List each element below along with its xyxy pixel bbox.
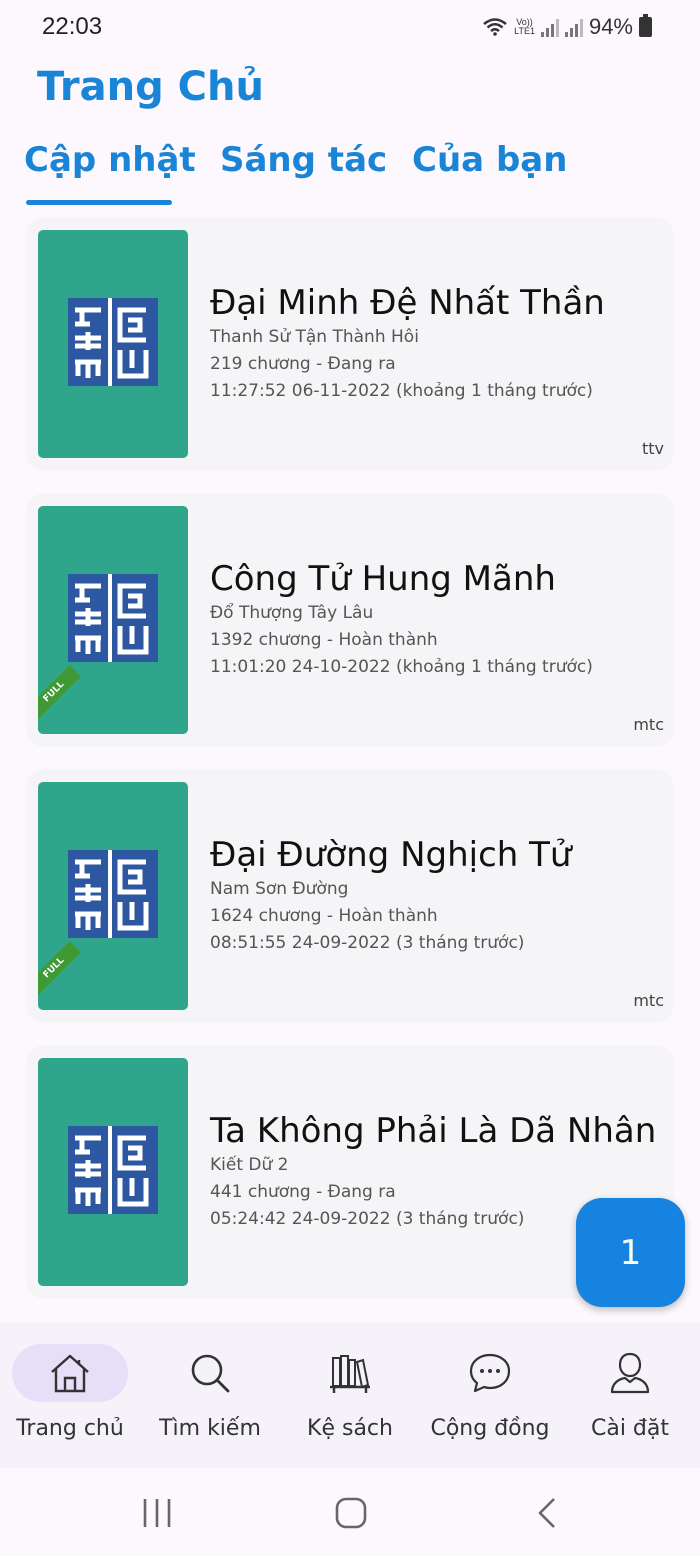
story-updated: 08:51:55 24-09-2022 (3 tháng trước) (210, 933, 525, 953)
person-icon (610, 1352, 650, 1394)
cover-logo-icon (68, 574, 158, 662)
story-card[interactable]: FULL Công Tử Hung Mãnh Đổ Thượng Tây Lâu… (26, 493, 674, 747)
tab-cap-nhat[interactable]: Cập nhật (24, 140, 196, 180)
nav-item-ke-sach[interactable]: Kệ sách (280, 1322, 420, 1468)
home-button-icon[interactable] (334, 1496, 368, 1530)
signal-icon (540, 17, 559, 37)
tab-cua-ban[interactable]: Của bạn (412, 140, 567, 180)
story-info: Đại Minh Đệ Nhất Thần Thanh Sử Tận Thành… (210, 283, 605, 404)
full-badge: FULL (38, 665, 81, 719)
tab-active-indicator (26, 200, 172, 205)
story-cover (38, 230, 188, 458)
volte-indicator: Vo)) LTE1 (514, 17, 535, 36)
cover-logo-icon (68, 298, 158, 386)
story-chapters: 219 chương - Đang ra (210, 354, 396, 374)
tab-bar: Cập nhật Sáng tác Của bạn (0, 140, 700, 210)
wifi-icon (483, 18, 507, 36)
story-card[interactable]: FULL Đại Đường Nghịch Tử Nam Sơn Đường 1… (26, 769, 674, 1023)
recent-apps-icon[interactable] (140, 1496, 174, 1530)
story-cover: FULL (38, 782, 188, 1010)
nav-label: Cộng đồng (430, 1416, 550, 1441)
story-title: Ta Không Phải Là Dã Nhân (210, 1111, 657, 1151)
chat-icon (469, 1353, 511, 1393)
story-author: Kiết Dữ 2 (210, 1155, 289, 1175)
page-title: Trang Chủ (37, 64, 264, 110)
nav-item-trang-chu[interactable]: Trang chủ (0, 1322, 140, 1468)
status-icons: Vo)) LTE1 94% (482, 14, 652, 40)
story-author: Đổ Thượng Tây Lâu (210, 603, 374, 623)
story-title: Đại Đường Nghịch Tử (210, 835, 572, 875)
cover-logo-icon (68, 850, 158, 938)
story-source: mtc (633, 991, 664, 1010)
nav-label: Kệ sách (307, 1416, 393, 1441)
story-author: Nam Sơn Đường (210, 879, 349, 899)
nav-item-cai-dat[interactable]: Cài đặt (560, 1322, 700, 1468)
status-bar: 22:03 Vo)) LTE1 94% (0, 0, 700, 56)
nav-item-cong-dong[interactable]: Cộng đồng (420, 1322, 560, 1468)
battery-percent: 94% (588, 14, 633, 39)
story-author: Thanh Sử Tận Thành Hôi (210, 327, 419, 347)
cover-logo-icon (68, 1126, 158, 1214)
story-chapters: 1624 chương - Hoàn thành (210, 906, 438, 926)
story-card[interactable]: Đại Minh Đệ Nhất Thần Thanh Sử Tận Thành… (26, 217, 674, 471)
back-icon[interactable] (532, 1496, 566, 1530)
tab-sang-tac[interactable]: Sáng tác (220, 140, 387, 180)
bookshelf-icon (330, 1355, 370, 1393)
story-cover (38, 1058, 188, 1286)
bottom-navigation: Trang chủ Tìm kiếm Kệ sách Cộng đồng Cài… (0, 1322, 700, 1468)
system-nav-bar (0, 1468, 700, 1556)
nav-item-tim-kiem[interactable]: Tìm kiếm (140, 1322, 280, 1468)
story-cover: FULL (38, 506, 188, 734)
story-chapters: 1392 chương - Hoàn thành (210, 630, 438, 650)
story-title: Công Tử Hung Mãnh (210, 559, 556, 599)
story-info: Đại Đường Nghịch Tử Nam Sơn Đường 1624 c… (210, 835, 571, 956)
story-source: ttv (641, 439, 664, 458)
full-badge: FULL (38, 941, 81, 995)
story-title: Đại Minh Đệ Nhất Thần (210, 283, 605, 323)
story-source: mtc (633, 715, 664, 734)
home-icon (51, 1354, 89, 1393)
nav-label: Tìm kiếm (159, 1416, 261, 1441)
nav-label: Cài đặt (590, 1416, 670, 1441)
story-updated: 11:01:20 24-10-2022 (khoảng 1 tháng trướ… (210, 657, 593, 677)
nav-label: Trang chủ (16, 1416, 124, 1441)
battery-icon (639, 14, 652, 37)
story-info: Công Tử Hung Mãnh Đổ Thượng Tây Lâu 1392… (210, 559, 593, 680)
search-icon (191, 1354, 230, 1393)
signal-icon-2 (564, 17, 583, 37)
status-time: 22:03 (42, 13, 103, 40)
story-updated: 11:27:52 06-11-2022 (khoảng 1 tháng trướ… (210, 381, 593, 401)
page-number-fab[interactable]: 1 (576, 1198, 685, 1307)
